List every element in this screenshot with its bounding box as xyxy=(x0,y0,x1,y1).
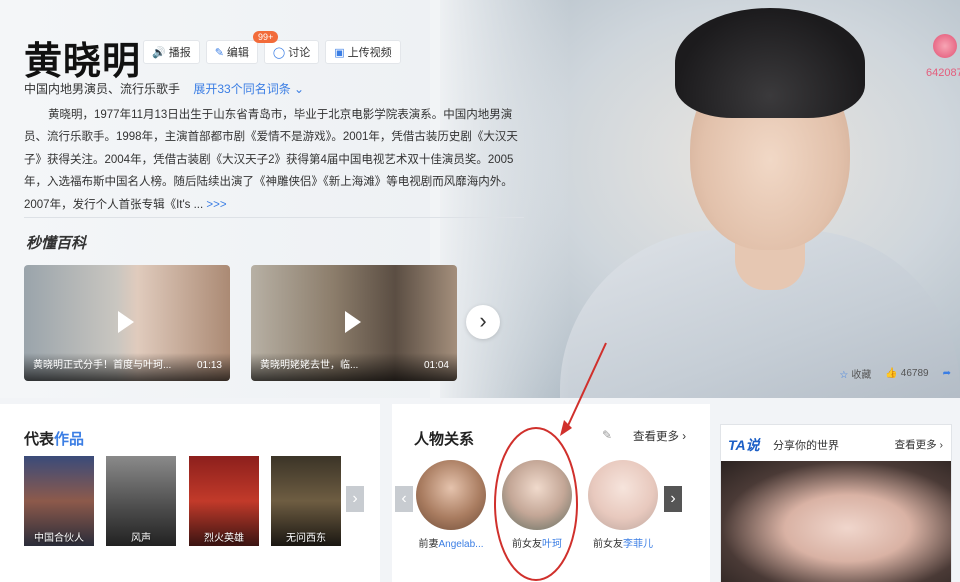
pencil-icon[interactable]: ✎ xyxy=(602,428,612,442)
stats-bar: ☆ 收藏 👍 46789 ➦ xyxy=(839,366,954,381)
like-button[interactable]: 👍 46789 xyxy=(885,368,928,379)
relation-avatar[interactable] xyxy=(502,460,572,530)
work-poster[interactable]: 中国合伙人 xyxy=(24,456,94,546)
video-duration: 01:13 xyxy=(196,360,222,371)
video-next-button[interactable]: › xyxy=(466,305,500,339)
hero-banner: 黄晓明 🔊 播报 ✎ 编辑 ◯ 讨论 99+ ▣ 上传视频 中国内地男演员、流行… xyxy=(0,0,960,398)
work-poster[interactable]: 无问西东 xyxy=(271,456,341,546)
mijing-logo: 秒懂百科 xyxy=(26,235,87,252)
works-next-button[interactable]: › xyxy=(346,486,364,512)
relations-prev-button[interactable]: ‹ xyxy=(395,486,413,512)
relations-more-link[interactable]: 查看更多 › xyxy=(633,428,686,444)
works-title: 代表作品 xyxy=(24,431,85,448)
flower-icon[interactable] xyxy=(933,34,957,58)
relation-avatar[interactable] xyxy=(416,460,486,530)
relations-panel: 人物关系 ✎ 查看更多 › ‹ › 前妻Angelab... 前女友叶珂 前女友… xyxy=(392,404,710,582)
broadcast-button[interactable]: 🔊 播报 xyxy=(143,40,200,64)
collect-button[interactable]: ☆ 收藏 xyxy=(839,366,871,381)
ta-logo: TA说 xyxy=(728,437,760,453)
pencil-icon: ✎ xyxy=(214,46,224,59)
ta-more-link[interactable]: 查看更多 › xyxy=(895,437,943,452)
video-title: 黄晓明正式分手！首度与叶珂... xyxy=(33,360,172,371)
expand-namesakes-link[interactable]: 展开33个同名词条 ⌄ xyxy=(193,82,304,96)
relation-avatar[interactable] xyxy=(588,460,658,530)
audio-icon: 🔊 xyxy=(152,46,166,59)
video-card[interactable]: 黄晓明姥姥去世，临... 01:04 xyxy=(251,265,457,381)
page-title: 黄晓明 xyxy=(24,41,142,83)
edit-button[interactable]: ✎ 编辑 xyxy=(205,40,258,64)
relations-title: 人物关系 xyxy=(414,431,475,448)
play-icon xyxy=(345,311,361,333)
relation-label[interactable]: 前女友李菲儿 xyxy=(580,535,666,550)
person-subtitle: 中国内地男演员、流行乐歌手 展开33个同名词条 ⌄ xyxy=(24,82,305,96)
flower-count: 642087 xyxy=(926,67,960,79)
ta-cover-image[interactable] xyxy=(721,461,951,582)
divider xyxy=(24,217,524,218)
upload-video-button[interactable]: ▣ 上传视频 xyxy=(325,40,401,64)
comment-icon: ◯ xyxy=(272,46,286,59)
summary-paragraph: 黄晓明，1977年11月13日出生于山东省青岛市，毕业于北京电影学院表演系。中国… xyxy=(24,109,518,211)
video-title: 黄晓明姥姥去世，临... xyxy=(260,360,359,371)
video-duration: 01:04 xyxy=(423,360,449,371)
upload-video-icon: ▣ xyxy=(334,46,345,59)
video-card[interactable]: 黄晓明正式分手！首度与叶珂... 01:13 xyxy=(24,265,230,381)
relation-label[interactable]: 前妻Angelab... xyxy=(408,535,494,550)
summary-more-link[interactable]: >>> xyxy=(206,199,226,211)
star-icon: ☆ xyxy=(839,370,849,381)
discuss-count-badge: 99+ xyxy=(252,31,279,43)
title-actions: 🔊 播报 ✎ 编辑 ◯ 讨论 99+ ▣ 上传视频 xyxy=(143,31,401,64)
discuss-button[interactable]: ◯ 讨论 99+ xyxy=(252,31,320,64)
share-icon: ➦ xyxy=(942,368,951,379)
work-poster[interactable]: 风声 xyxy=(106,456,176,546)
thumbs-up-icon: 👍 xyxy=(885,368,898,379)
work-poster[interactable]: 烈火英雄 xyxy=(189,456,259,546)
play-icon xyxy=(118,311,134,333)
ta-panel: TA说 分享你的世界 查看更多 › xyxy=(720,424,952,582)
works-panel: 代表作品 中国合伙人 风声 烈火英雄 无问西东 › xyxy=(0,404,380,582)
hero-photo-hair xyxy=(675,8,865,118)
ta-slogan: 分享你的世界 xyxy=(773,440,839,452)
relations-next-button[interactable]: › xyxy=(664,486,682,512)
share-button[interactable]: ➦ xyxy=(943,368,954,379)
relation-label[interactable]: 前女友叶珂 xyxy=(494,535,580,550)
